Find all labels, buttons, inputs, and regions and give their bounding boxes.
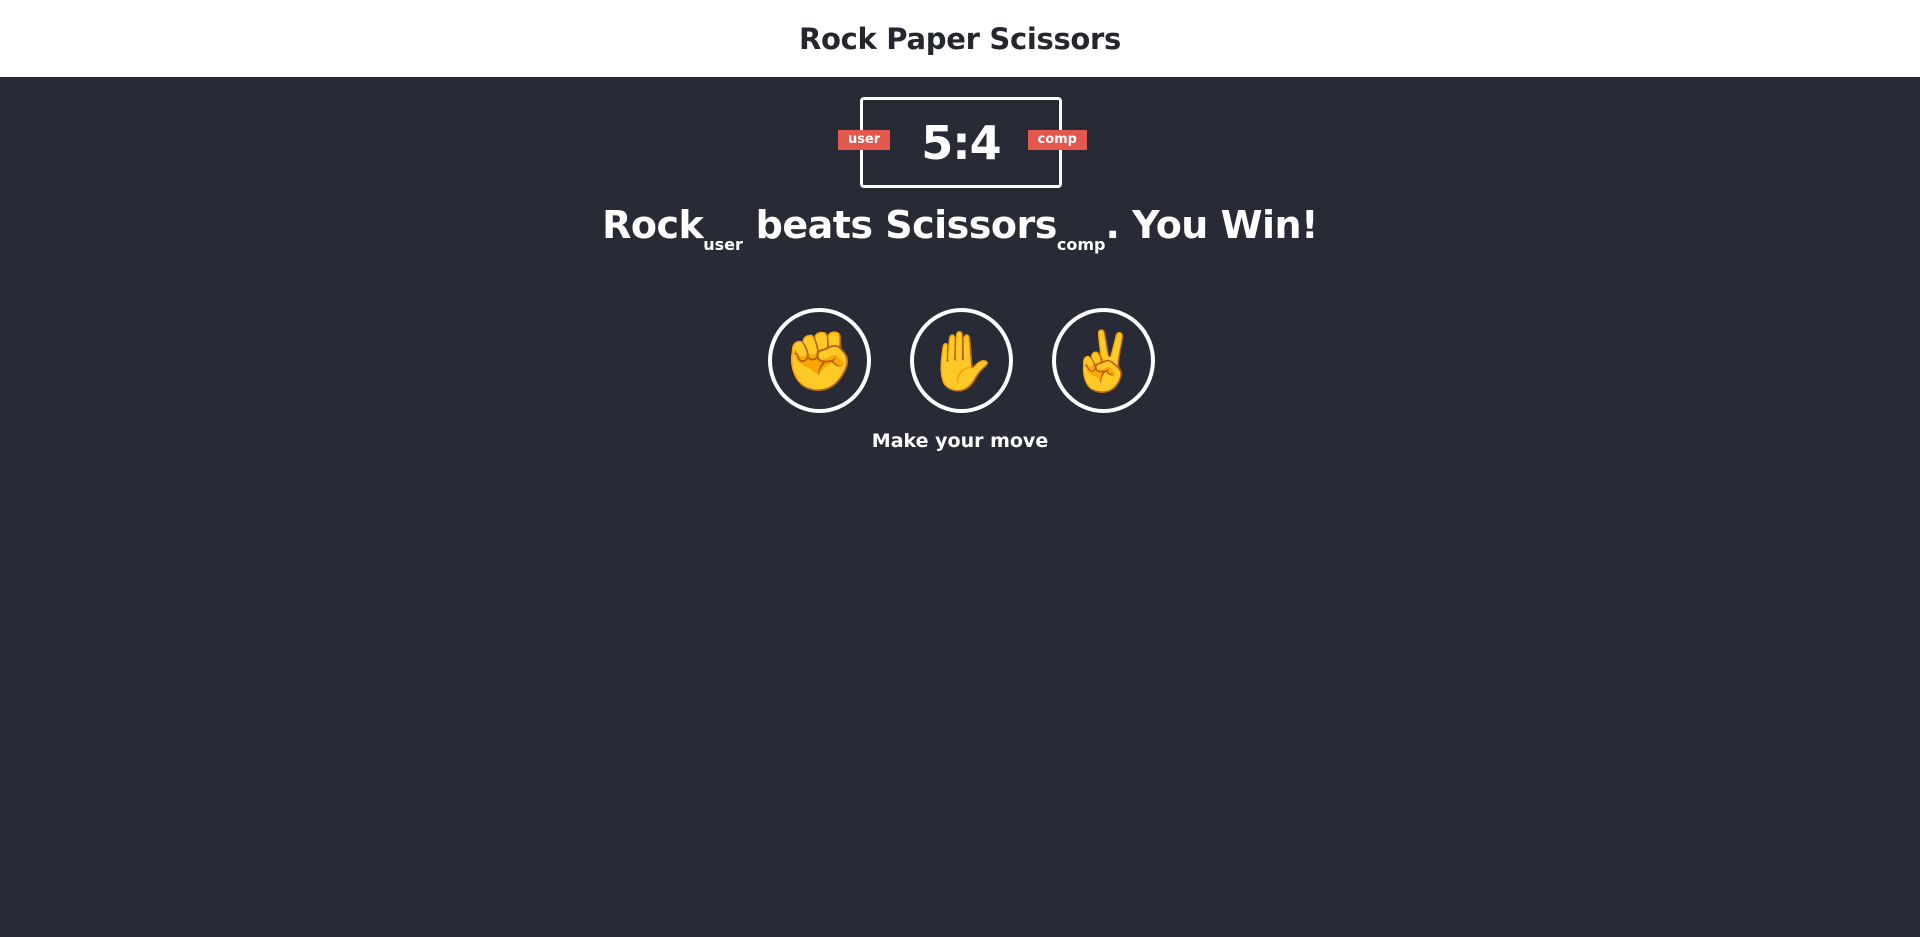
result-verb: beats [742, 203, 886, 247]
page-title: Rock Paper Scissors [798, 21, 1122, 56]
result-user-sub: user [703, 235, 743, 254]
action-message: Make your move [871, 430, 1049, 452]
rock-button[interactable]: ✊ [768, 308, 871, 413]
raised-hand-icon: ✋ [925, 326, 998, 395]
fist-icon: ✊ [783, 326, 856, 395]
scoreboard: user 5:4 comp [838, 97, 1087, 188]
choices: ✊ ✋ ✌️ [768, 308, 1155, 413]
result-comp-choice: Scissors [885, 203, 1057, 247]
comp-badge: comp [1027, 130, 1087, 150]
paper-button[interactable]: ✋ [910, 308, 1013, 413]
result-comp-sub: comp [1056, 235, 1106, 254]
user-badge: user [838, 130, 891, 150]
score-display: 5:4 [921, 115, 1001, 170]
result-outcome: . You Win! [1105, 203, 1319, 247]
victory-hand-icon: ✌️ [1067, 326, 1140, 395]
scissors-button[interactable]: ✌️ [1052, 308, 1155, 413]
header: Rock Paper Scissors [0, 0, 1920, 77]
result-text: Rockuser beats Scissorscomp. You Win! [0, 203, 1920, 254]
result-user-choice: Rock [602, 203, 704, 247]
